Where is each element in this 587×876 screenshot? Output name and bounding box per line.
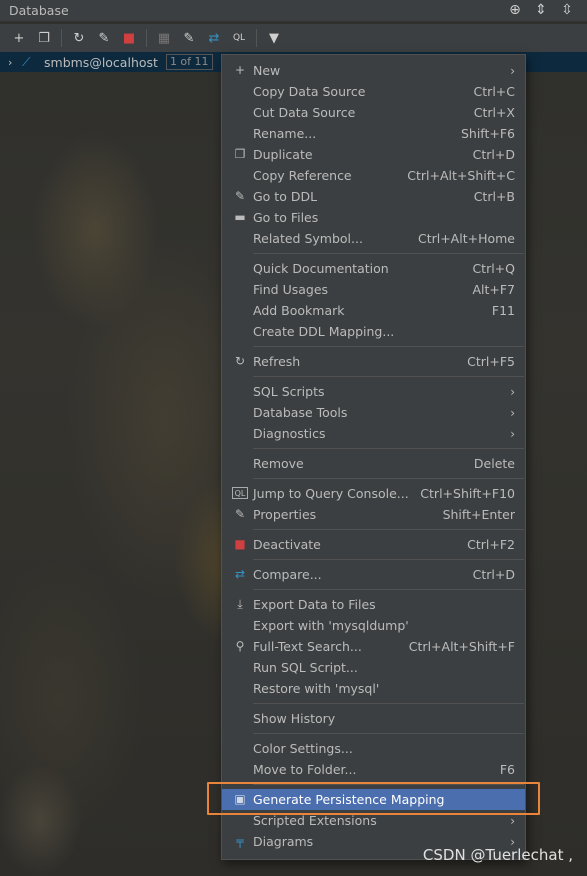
submenu-arrow-icon: ›: [510, 405, 515, 420]
compare-icon: ⇄: [234, 567, 246, 581]
diagram-icon: ╤: [236, 834, 244, 848]
menu-item-find-usages[interactable]: Find Usages Alt+F7: [222, 279, 525, 300]
menu-item-create-ddl-mapping[interactable]: Create DDL Mapping...: [222, 321, 525, 342]
menu-item-properties[interactable]: ✎ Properties Shift+Enter: [222, 504, 525, 525]
console-icon: QL: [232, 487, 248, 499]
filter-icon[interactable]: ▼: [263, 27, 285, 49]
menu-item-add-bookmark[interactable]: Add Bookmark F11: [222, 300, 525, 321]
database-toolbar: + ❐ ↻ ✎ ■ ▦ ✎ ⇄ QL ▼: [0, 24, 587, 52]
menu-item-rename[interactable]: Rename... Shift+F6: [222, 123, 525, 144]
submenu-arrow-icon: ›: [510, 384, 515, 399]
menu-item-go-to-files[interactable]: ▬ Go to Files: [222, 207, 525, 228]
duplicate-icon[interactable]: ❐: [33, 27, 55, 49]
folder-icon: ▬: [234, 210, 246, 224]
menu-separator: [253, 733, 524, 734]
tool-window-header: Database ⊕ ⇕ ⇳: [0, 0, 587, 22]
menu-item-restore-mysql[interactable]: Restore with 'mysql': [222, 678, 525, 699]
menu-item-run-sql-script[interactable]: Run SQL Script...: [222, 657, 525, 678]
pencil-icon: ✎: [234, 189, 246, 203]
menu-item-color-settings[interactable]: Color Settings...: [222, 738, 525, 759]
submenu-arrow-icon: ›: [510, 426, 515, 441]
menu-item-show-history[interactable]: Show History: [222, 708, 525, 729]
search-icon: ⚲: [235, 639, 245, 653]
console-icon[interactable]: QL: [228, 27, 250, 49]
mysql-datasource-icon: ⟋: [22, 54, 31, 69]
collapse-all-icon[interactable]: ⇳: [559, 2, 575, 18]
menu-separator: [253, 376, 524, 377]
menu-item-export-data-to-files[interactable]: ⤓ Export Data to Files: [222, 594, 525, 615]
toolbar-divider: [61, 29, 62, 47]
toolbar-divider: [146, 29, 147, 47]
menu-separator: [253, 478, 524, 479]
submenu-arrow-icon: ›: [510, 63, 515, 78]
menu-item-cut-data-source[interactable]: Cut Data Source Ctrl+X: [222, 102, 525, 123]
context-menu: + New › Copy Data Source Ctrl+C Cut Data So…: [221, 54, 526, 860]
menu-item-sql-scripts[interactable]: SQL Scripts ›: [222, 381, 525, 402]
duplicate-icon: ❐: [234, 147, 246, 161]
compare-icon[interactable]: ⇄: [203, 27, 225, 49]
watermark-text: CSDN @Tuerlechat ,: [422, 846, 573, 864]
properties-icon: ✎: [234, 507, 246, 521]
expand-all-icon[interactable]: ⇕: [533, 2, 549, 18]
crosshair-icon[interactable]: ⊕: [507, 2, 523, 18]
menu-item-export-mysqldump[interactable]: Export with 'mysqldump': [222, 615, 525, 636]
toolbar-divider: [256, 29, 257, 47]
schema-count-badge: 1 of 11: [165, 54, 213, 70]
menu-separator: [253, 589, 524, 590]
refresh-icon: ↻: [234, 354, 246, 368]
edit-icon[interactable]: ✎: [178, 27, 200, 49]
menu-item-copy-reference[interactable]: Copy Reference Ctrl+Alt+Shift+C: [222, 165, 525, 186]
menu-item-go-to-ddl[interactable]: ✎ Go to DDL Ctrl+B: [222, 186, 525, 207]
properties-icon[interactable]: ✎: [93, 27, 115, 49]
highlight-annotation-box: [207, 782, 540, 815]
menu-item-jump-to-query-console[interactable]: QL Jump to Query Console... Ctrl+Shift+F10: [222, 483, 525, 504]
menu-item-new[interactable]: + New ›: [222, 60, 525, 81]
menu-item-compare[interactable]: ⇄ Compare... Ctrl+D: [222, 564, 525, 585]
menu-item-remove[interactable]: Remove Delete: [222, 453, 525, 474]
menu-item-diagnostics[interactable]: Diagnostics ›: [222, 423, 525, 444]
menu-separator: [253, 448, 524, 449]
menu-item-refresh[interactable]: ↻ Refresh Ctrl+F5: [222, 351, 525, 372]
menu-item-database-tools[interactable]: Database Tools ›: [222, 402, 525, 423]
tool-window-title: Database: [9, 3, 69, 18]
export-icon: ⤓: [237, 596, 243, 611]
chevron-right-icon[interactable]: ›: [8, 56, 22, 69]
datasource-label: smbms@localhost: [44, 54, 158, 70]
refresh-icon[interactable]: ↻: [68, 27, 90, 49]
deactivate-icon[interactable]: ■: [118, 27, 140, 49]
menu-item-related-symbol[interactable]: Related Symbol... Ctrl+Alt+Home: [222, 228, 525, 249]
table-icon[interactable]: ▦: [153, 27, 175, 49]
menu-item-move-to-folder[interactable]: Move to Folder... F6: [222, 759, 525, 780]
menu-item-deactivate[interactable]: ■ Deactivate Ctrl+F2: [222, 534, 525, 555]
menu-item-copy-data-source[interactable]: Copy Data Source Ctrl+C: [222, 81, 525, 102]
menu-separator: [253, 346, 524, 347]
menu-separator: [253, 253, 524, 254]
submenu-arrow-icon: ›: [510, 813, 515, 828]
menu-separator: [253, 703, 524, 704]
add-icon[interactable]: +: [8, 27, 30, 49]
plus-icon: +: [234, 63, 246, 77]
menu-item-full-text-search[interactable]: ⚲ Full-Text Search... Ctrl+Alt+Shift+F: [222, 636, 525, 657]
menu-separator: [253, 559, 524, 560]
menu-item-duplicate[interactable]: ❐ Duplicate Ctrl+D: [222, 144, 525, 165]
menu-separator: [253, 529, 524, 530]
deactivate-icon: ■: [234, 537, 246, 551]
menu-item-quick-documentation[interactable]: Quick Documentation Ctrl+Q: [222, 258, 525, 279]
